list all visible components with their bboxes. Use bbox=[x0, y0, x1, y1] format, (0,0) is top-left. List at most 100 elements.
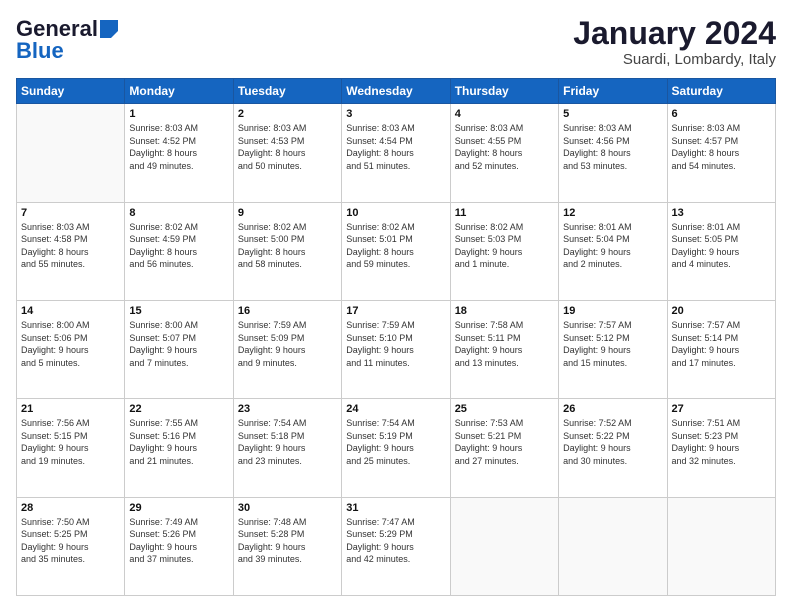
day-number: 26 bbox=[563, 403, 662, 415]
table-row: 31 Sunrise: 7:47 AMSunset: 5:29 PMDayligh… bbox=[342, 497, 450, 595]
table-row: 2Sunrise: 8:03 AMSunset: 4:53 PMDaylight… bbox=[233, 104, 341, 202]
table-row bbox=[667, 497, 775, 595]
day-number: 5 bbox=[563, 108, 662, 120]
table-row: 24 Sunrise: 7:54 AMSunset: 5:19 PMDayligh… bbox=[342, 399, 450, 497]
table-row: 22 Sunrise: 7:55 AMSunset: 5:16 PMDayligh… bbox=[125, 399, 233, 497]
day-info: Sunrise: 7:54 AMSunset: 5:19 PMDaylight:… bbox=[346, 417, 445, 467]
table-row: 12 Sunrise: 8:01 AMSunset: 5:04 PMDayligh… bbox=[559, 202, 667, 300]
table-row: 29 Sunrise: 7:49 AMSunset: 5:26 PMDayligh… bbox=[125, 497, 233, 595]
day-number: 8 bbox=[129, 207, 228, 219]
day-info: Sunrise: 8:00 AMSunset: 5:06 PMDaylight:… bbox=[21, 319, 120, 369]
day-number: 27 bbox=[672, 403, 771, 415]
day-number: 10 bbox=[346, 207, 445, 219]
calendar-table: Sunday Monday Tuesday Wednesday Thursday… bbox=[16, 78, 776, 596]
day-info: Sunrise: 7:59 AMSunset: 5:09 PMDaylight:… bbox=[238, 319, 337, 369]
table-row: 18Sunrise: 7:58 AMSunset: 5:11 PMDayligh… bbox=[450, 300, 558, 398]
table-row: 10 Sunrise: 8:02 AMSunset: 5:01 PMDayligh… bbox=[342, 202, 450, 300]
table-row: 8 Sunrise: 8:02 AMSunset: 4:59 PMDaylight… bbox=[125, 202, 233, 300]
header: General Blue January 2024 Suardi, Lombar… bbox=[16, 16, 776, 68]
table-row: 6 Sunrise: 8:03 AMSunset: 4:57 PMDaylight… bbox=[667, 104, 775, 202]
day-info: Sunrise: 7:53 AMSunset: 5:21 PMDaylight:… bbox=[455, 417, 554, 467]
day-info: Sunrise: 7:56 AMSunset: 5:15 PMDaylight:… bbox=[21, 417, 120, 467]
day-info: Sunrise: 8:02 AMSunset: 5:00 PMDaylight:… bbox=[238, 221, 337, 271]
day-info: Sunrise: 7:59 AMSunset: 5:10 PMDaylight:… bbox=[346, 319, 445, 369]
table-row: 7 Sunrise: 8:03 AMSunset: 4:58 PMDaylight… bbox=[17, 202, 125, 300]
day-number: 20 bbox=[672, 305, 771, 317]
table-row: 27 Sunrise: 7:51 AMSunset: 5:23 PMDayligh… bbox=[667, 399, 775, 497]
day-info: Sunrise: 8:01 AMSunset: 5:05 PMDaylight:… bbox=[672, 221, 771, 271]
day-number: 25 bbox=[455, 403, 554, 415]
logo: General Blue bbox=[16, 16, 118, 64]
day-info: Sunrise: 7:52 AMSunset: 5:22 PMDaylight:… bbox=[563, 417, 662, 467]
col-thursday: Thursday bbox=[450, 79, 558, 104]
day-info: Sunrise: 7:57 AMSunset: 5:14 PMDaylight:… bbox=[672, 319, 771, 369]
table-row: 23 Sunrise: 7:54 AMSunset: 5:18 PMDayligh… bbox=[233, 399, 341, 497]
table-row: 17 Sunrise: 7:59 AMSunset: 5:10 PMDayligh… bbox=[342, 300, 450, 398]
table-row: 9 Sunrise: 8:02 AMSunset: 5:00 PMDaylight… bbox=[233, 202, 341, 300]
table-row bbox=[559, 497, 667, 595]
month-title: January 2024 bbox=[573, 16, 776, 51]
day-number: 22 bbox=[129, 403, 228, 415]
day-number: 15 bbox=[129, 305, 228, 317]
day-number: 3 bbox=[346, 108, 445, 120]
col-wednesday: Wednesday bbox=[342, 79, 450, 104]
day-number: 19 bbox=[563, 305, 662, 317]
day-info: Sunrise: 7:55 AMSunset: 5:16 PMDaylight:… bbox=[129, 417, 228, 467]
day-number: 31 bbox=[346, 502, 445, 514]
table-row: 14Sunrise: 8:00 AMSunset: 5:06 PMDayligh… bbox=[17, 300, 125, 398]
day-info: Sunrise: 8:03 AMSunset: 4:55 PMDaylight:… bbox=[455, 122, 554, 172]
day-number: 4 bbox=[455, 108, 554, 120]
day-number: 30 bbox=[238, 502, 337, 514]
table-row: 16Sunrise: 7:59 AMSunset: 5:09 PMDayligh… bbox=[233, 300, 341, 398]
calendar-week-row: 14Sunrise: 8:00 AMSunset: 5:06 PMDayligh… bbox=[17, 300, 776, 398]
table-row bbox=[450, 497, 558, 595]
day-number: 24 bbox=[346, 403, 445, 415]
table-row: 30 Sunrise: 7:48 AMSunset: 5:28 PMDayligh… bbox=[233, 497, 341, 595]
day-number: 6 bbox=[672, 108, 771, 120]
day-info: Sunrise: 8:02 AMSunset: 4:59 PMDaylight:… bbox=[129, 221, 228, 271]
day-info: Sunrise: 7:57 AMSunset: 5:12 PMDaylight:… bbox=[563, 319, 662, 369]
day-info: Sunrise: 7:54 AMSunset: 5:18 PMDaylight:… bbox=[238, 417, 337, 467]
table-row: 20 Sunrise: 7:57 AMSunset: 5:14 PMDayligh… bbox=[667, 300, 775, 398]
day-info: Sunrise: 7:48 AMSunset: 5:28 PMDaylight:… bbox=[238, 516, 337, 566]
day-info: Sunrise: 8:00 AMSunset: 5:07 PMDaylight:… bbox=[129, 319, 228, 369]
day-info: Sunrise: 8:01 AMSunset: 5:04 PMDaylight:… bbox=[563, 221, 662, 271]
day-info: Sunrise: 7:51 AMSunset: 5:23 PMDaylight:… bbox=[672, 417, 771, 467]
day-number: 12 bbox=[563, 207, 662, 219]
table-row: 3Sunrise: 8:03 AMSunset: 4:54 PMDaylight… bbox=[342, 104, 450, 202]
day-info: Sunrise: 7:58 AMSunset: 5:11 PMDaylight:… bbox=[455, 319, 554, 369]
day-number: 21 bbox=[21, 403, 120, 415]
logo-icon bbox=[100, 20, 118, 38]
day-info: Sunrise: 8:03 AMSunset: 4:57 PMDaylight:… bbox=[672, 122, 771, 172]
day-number: 1 bbox=[129, 108, 228, 120]
table-row: 21 Sunrise: 7:56 AMSunset: 5:15 PMDayligh… bbox=[17, 399, 125, 497]
title-block: January 2024 Suardi, Lombardy, Italy bbox=[573, 16, 776, 68]
table-row: 26 Sunrise: 7:52 AMSunset: 5:22 PMDayligh… bbox=[559, 399, 667, 497]
day-info: Sunrise: 8:03 AMSunset: 4:52 PMDaylight:… bbox=[129, 122, 228, 172]
location: Suardi, Lombardy, Italy bbox=[573, 51, 776, 68]
table-row: 4 Sunrise: 8:03 AMSunset: 4:55 PMDaylight… bbox=[450, 104, 558, 202]
table-row bbox=[17, 104, 125, 202]
logo-blue: Blue bbox=[16, 38, 64, 64]
col-tuesday: Tuesday bbox=[233, 79, 341, 104]
day-info: Sunrise: 8:03 AMSunset: 4:58 PMDaylight:… bbox=[21, 221, 120, 271]
day-info: Sunrise: 7:49 AMSunset: 5:26 PMDaylight:… bbox=[129, 516, 228, 566]
day-number: 13 bbox=[672, 207, 771, 219]
day-number: 7 bbox=[21, 207, 120, 219]
table-row: 25 Sunrise: 7:53 AMSunset: 5:21 PMDayligh… bbox=[450, 399, 558, 497]
col-saturday: Saturday bbox=[667, 79, 775, 104]
table-row: 13 Sunrise: 8:01 AMSunset: 5:05 PMDayligh… bbox=[667, 202, 775, 300]
page: General Blue January 2024 Suardi, Lombar… bbox=[0, 0, 792, 612]
day-number: 9 bbox=[238, 207, 337, 219]
day-info: Sunrise: 8:03 AMSunset: 4:56 PMDaylight:… bbox=[563, 122, 662, 172]
day-number: 11 bbox=[455, 207, 554, 219]
table-row: 28Sunrise: 7:50 AMSunset: 5:25 PMDayligh… bbox=[17, 497, 125, 595]
table-row: 1 Sunrise: 8:03 AMSunset: 4:52 PMDaylight… bbox=[125, 104, 233, 202]
day-info: Sunrise: 8:02 AMSunset: 5:01 PMDaylight:… bbox=[346, 221, 445, 271]
day-info: Sunrise: 7:47 AMSunset: 5:29 PMDaylight:… bbox=[346, 516, 445, 566]
day-number: 23 bbox=[238, 403, 337, 415]
day-info: Sunrise: 8:02 AMSunset: 5:03 PMDaylight:… bbox=[455, 221, 554, 271]
day-number: 2 bbox=[238, 108, 337, 120]
day-number: 29 bbox=[129, 502, 228, 514]
day-number: 17 bbox=[346, 305, 445, 317]
